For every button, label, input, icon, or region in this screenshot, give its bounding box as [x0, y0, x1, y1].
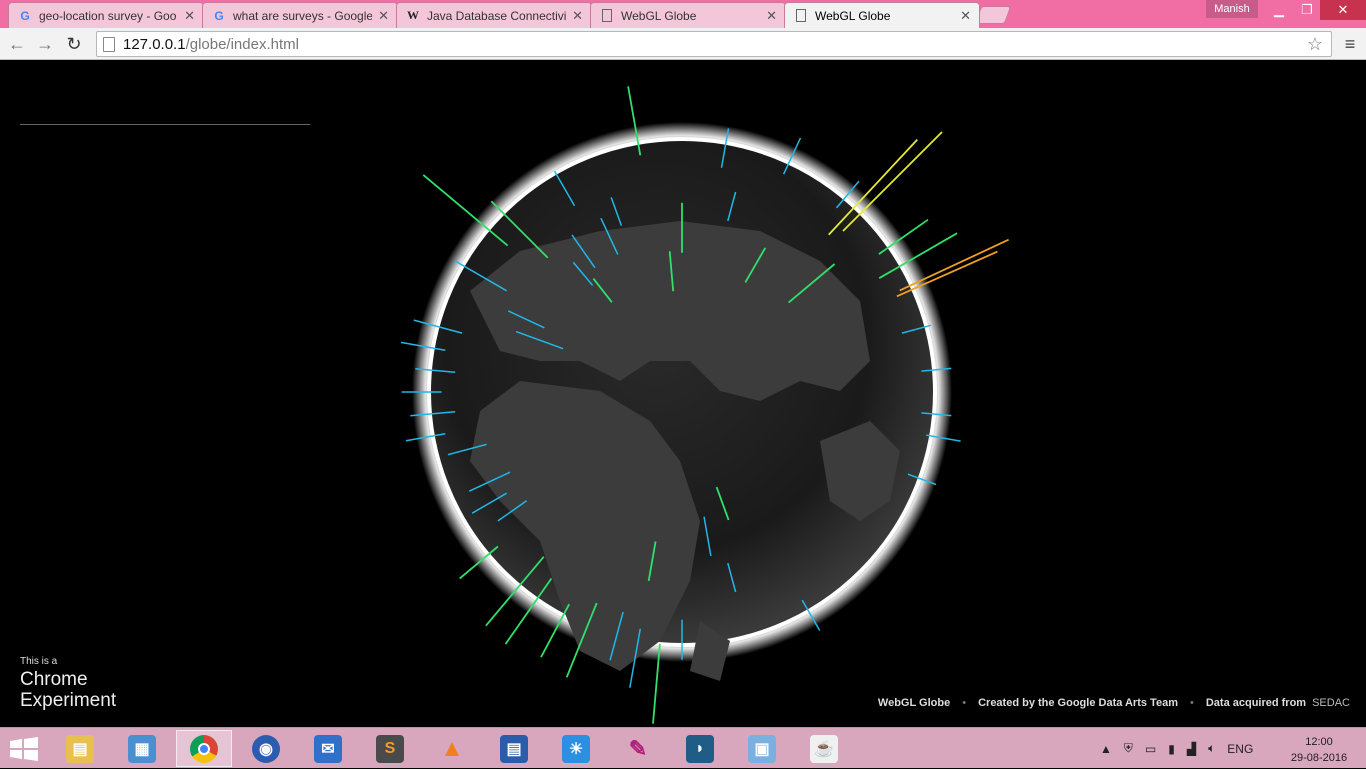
tab-title: Java Database Connectivit	[427, 8, 567, 23]
virtualbox-icon: ▣	[748, 734, 776, 763]
file-explorer-icon: ▤	[66, 734, 94, 763]
tab-what-are-surveys[interactable]: G what are surveys - Google ✕	[202, 2, 398, 28]
signal-icon[interactable]: ▟	[1187, 742, 1196, 756]
tab-title: geo-location survey - Goo	[39, 8, 177, 23]
credit-title[interactable]: WebGL Globe	[878, 697, 950, 709]
language-indicator[interactable]: ENG	[1227, 742, 1253, 756]
minimize-button[interactable]: ▁	[1264, 0, 1294, 20]
close-icon[interactable]: ✕	[184, 8, 195, 24]
tab-title: WebGL Globe	[815, 8, 891, 23]
security-icon[interactable]: ⛨	[1124, 741, 1133, 756]
close-icon[interactable]: ✕	[960, 8, 971, 24]
bookmark-star-icon[interactable]: ☆	[1307, 34, 1323, 55]
close-icon[interactable]: ✕	[572, 8, 583, 24]
webgl-globe[interactable]	[0, 61, 1366, 727]
browser-titlebar: G geo-location survey - Goo ✕ G what are…	[0, 0, 1366, 28]
show-hidden-icons-icon[interactable]: ▲	[1100, 742, 1112, 756]
chrome-experiment-line2: Experiment	[20, 690, 117, 711]
credit-team[interactable]: Created by the Google Data Arts Team	[978, 697, 1178, 709]
tab-geo-location-survey[interactable]: G geo-location survey - Goo ✕	[8, 2, 204, 28]
taskbar-java[interactable]: ☕	[796, 730, 852, 767]
address-bar[interactable]: 127.0.0.1/globe/index.html ☆	[96, 31, 1332, 57]
tab-webgl-globe-active[interactable]: WebGL Globe ✕	[784, 2, 980, 28]
taskbar-chrome[interactable]	[176, 730, 232, 767]
google-g-icon: G	[214, 8, 224, 23]
wordpad-icon: ▤	[500, 734, 528, 763]
close-icon[interactable]: ✕	[378, 8, 389, 24]
windows-taskbar: ▤ ▦ ◉ ✉ S ▲ ▤ ☀ ✎ ◗ ▣ ☕ ▲ ⛨ ▭ ▮ ▟ 🔈︎ ENG…	[0, 727, 1366, 768]
taskbar-virtualbox[interactable]: ▣	[734, 730, 790, 767]
tab-java-database-connectivity[interactable]: W Java Database Connectivit ✕	[396, 2, 592, 28]
network-drive-icon[interactable]: ▭	[1145, 742, 1156, 756]
taskbar-feather[interactable]: ✎	[610, 730, 666, 767]
taskbar-sublime-text[interactable]: S	[362, 730, 418, 767]
reload-icon[interactable]: ↻	[62, 32, 86, 56]
taskbar-firefox[interactable]: ◉	[238, 730, 294, 767]
google-g-icon: G	[20, 8, 30, 23]
volume-icon[interactable]: 🔈︎	[1208, 741, 1215, 756]
sublime-text-icon: S	[376, 734, 404, 763]
mail-icon: ✉	[314, 734, 342, 763]
system-tray: ▲ ⛨ ▭ ▮ ▟ 🔈︎ ENG	[1100, 728, 1253, 769]
wikipedia-w-icon: W	[407, 8, 419, 22]
taskbar-mysql-workbench[interactable]: ◗	[672, 730, 728, 767]
firefox-icon: ◉	[252, 734, 280, 763]
taskbar-file-explorer[interactable]: ▤	[52, 730, 108, 767]
tab-title: WebGL Globe	[621, 8, 697, 23]
back-arrow-icon[interactable]: ←	[5, 32, 29, 56]
url-host: 127.0.0.1	[123, 35, 186, 53]
windows-start-icon[interactable]	[8, 737, 40, 761]
close-icon[interactable]: ✕	[766, 8, 777, 24]
taskbar-wordpad[interactable]: ▤	[486, 730, 542, 767]
chrome-experiment-intro: This is a	[20, 656, 58, 667]
new-tab-button[interactable]	[974, 6, 1012, 24]
page-icon	[599, 8, 615, 24]
forward-arrow-icon[interactable]: →	[33, 32, 57, 56]
weather-icon: ☀	[562, 734, 590, 763]
battery-icon[interactable]: ▮	[1168, 742, 1175, 756]
credit-data-prefix: Data acquired from	[1205, 697, 1307, 709]
separator-dot: •	[962, 697, 967, 709]
tab-webgl-globe[interactable]: WebGL Globe ✕	[590, 2, 786, 28]
browser-toolbar: ← → ↻ 127.0.0.1/globe/index.html ☆ ≡	[0, 28, 1366, 60]
mysql-workbench-icon: ◗	[686, 734, 714, 763]
credits-bar: WebGL Globe • Created by the Google Data…	[878, 697, 1350, 709]
clock-date: 29-08-2016	[1290, 752, 1348, 764]
taskbar-weather[interactable]: ☀	[548, 730, 604, 767]
credit-data-source[interactable]: SEDAC	[1312, 697, 1350, 709]
globe-page[interactable]: This is a Chrome Experiment WebGL Globe …	[0, 61, 1366, 727]
close-window-button[interactable]: ✕	[1320, 0, 1366, 20]
page-icon	[793, 8, 809, 24]
feather-icon: ✎	[628, 735, 648, 761]
chrome-experiment-logo[interactable]: Chrome Experiment	[20, 669, 116, 711]
control-panel-icon: ▦	[128, 734, 156, 763]
restore-button[interactable]: ❐	[1294, 0, 1320, 20]
page-icon	[103, 36, 115, 52]
profile-button[interactable]: Manish	[1206, 0, 1258, 18]
clock[interactable]: 12:00 29-08-2016	[1284, 734, 1354, 766]
taskbar-mail[interactable]: ✉	[300, 730, 356, 767]
chrome-icon	[190, 734, 218, 763]
taskbar-control-panel[interactable]: ▦	[114, 730, 170, 767]
chrome-experiment-line1: Chrome	[20, 669, 88, 690]
vlc-icon: ▲	[440, 734, 464, 762]
tab-title: what are surveys - Google	[233, 8, 373, 23]
java-icon: ☕	[810, 734, 838, 763]
separator-dot: •	[1189, 697, 1194, 709]
url-path: /globe/index.html	[185, 35, 299, 53]
menu-icon[interactable]: ≡	[1340, 32, 1360, 56]
taskbar-vlc[interactable]: ▲	[424, 730, 480, 767]
clock-time: 12:00	[1305, 736, 1333, 748]
